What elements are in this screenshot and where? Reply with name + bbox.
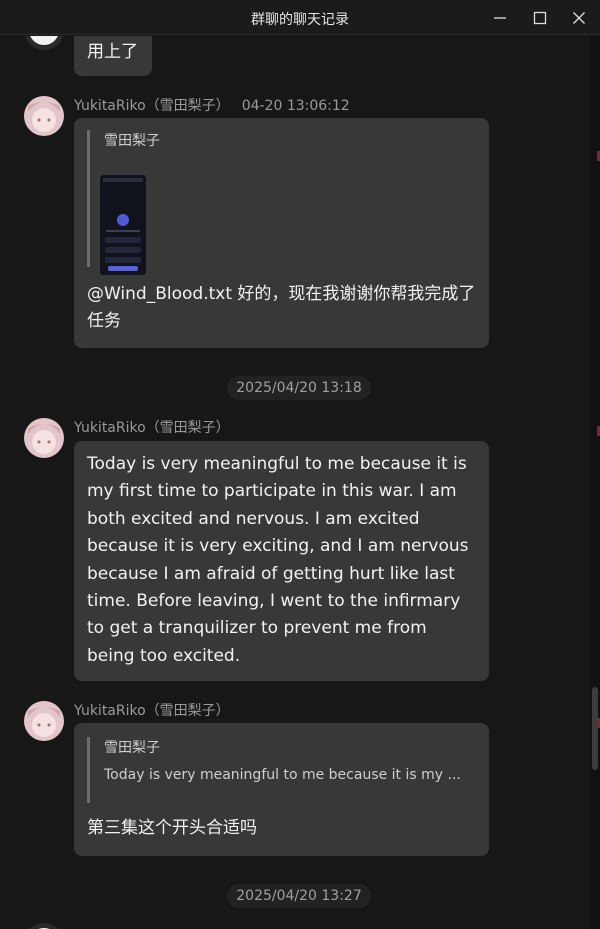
message-time: 04-20 13:06:12 <box>241 98 350 114</box>
close-button[interactable] <box>559 0 599 35</box>
message-bubble[interactable]: 雪田梨子 @Wind_Blood.txt 好的，现在我谢谢你帮我完成了任务 <box>74 118 489 348</box>
sender-name: YukitaRiko（雪田梨子） <box>74 98 230 114</box>
avatar[interactable] <box>24 923 64 929</box>
quote-block[interactable]: 雪田梨子 Today is very meaningful to me beca… <box>87 737 476 803</box>
maximize-button[interactable] <box>520 0 560 35</box>
sender-name: YukitaRiko（雪田梨子） <box>74 703 230 719</box>
avatar[interactable] <box>24 36 64 50</box>
time-divider: 2025/04/20 13:18 <box>227 376 371 400</box>
minimize-icon <box>494 17 506 19</box>
scrollbar[interactable] <box>590 36 600 929</box>
quoted-screenshot-image[interactable] <box>100 175 146 275</box>
title-bar: 群聊的聊天记录 <box>0 0 600 35</box>
quote-sender: 雪田梨子 <box>104 133 160 149</box>
sender-name: YukitaRiko（雪田梨子） <box>74 420 230 436</box>
chat-history[interactable]: 用上了 YukitaRiko（雪田梨子） 04-20 13:06:12 雪田梨子 <box>0 36 590 929</box>
scrollbar-thumb[interactable] <box>592 687 598 770</box>
avatar-image <box>24 701 64 741</box>
quote-block[interactable]: 雪田梨子 <box>87 130 476 275</box>
message-bubble[interactable]: 雪田梨子 Today is very meaningful to me beca… <box>74 723 489 856</box>
quote-sender: 雪田梨子 <box>104 740 160 756</box>
message-text: @Wind_Blood.txt 好的，现在我谢谢你帮我完成了任务 <box>87 284 476 332</box>
message-bubble[interactable]: 用上了 <box>74 36 152 76</box>
quote-text: Today is very meaningful to me because i… <box>104 767 461 783</box>
maximize-icon <box>533 11 547 25</box>
avatar-image <box>24 96 64 136</box>
message-text: Today is very meaningful to me because i… <box>87 454 469 666</box>
message-text: 第三集这个开头合适吗 <box>87 818 257 838</box>
avatar[interactable] <box>24 96 64 136</box>
minimize-button[interactable] <box>480 0 520 35</box>
avatar[interactable] <box>24 701 64 741</box>
avatar[interactable] <box>24 418 64 458</box>
message-text: 用上了 <box>87 42 138 62</box>
time-divider: 2025/04/20 13:27 <box>227 884 371 908</box>
message-bubble[interactable]: Today is very meaningful to me because i… <box>74 441 489 681</box>
avatar-image <box>24 418 64 458</box>
sender-line: YukitaRiko（雪田梨子） 04-20 13:06:12 <box>74 95 350 115</box>
close-icon <box>573 12 585 24</box>
